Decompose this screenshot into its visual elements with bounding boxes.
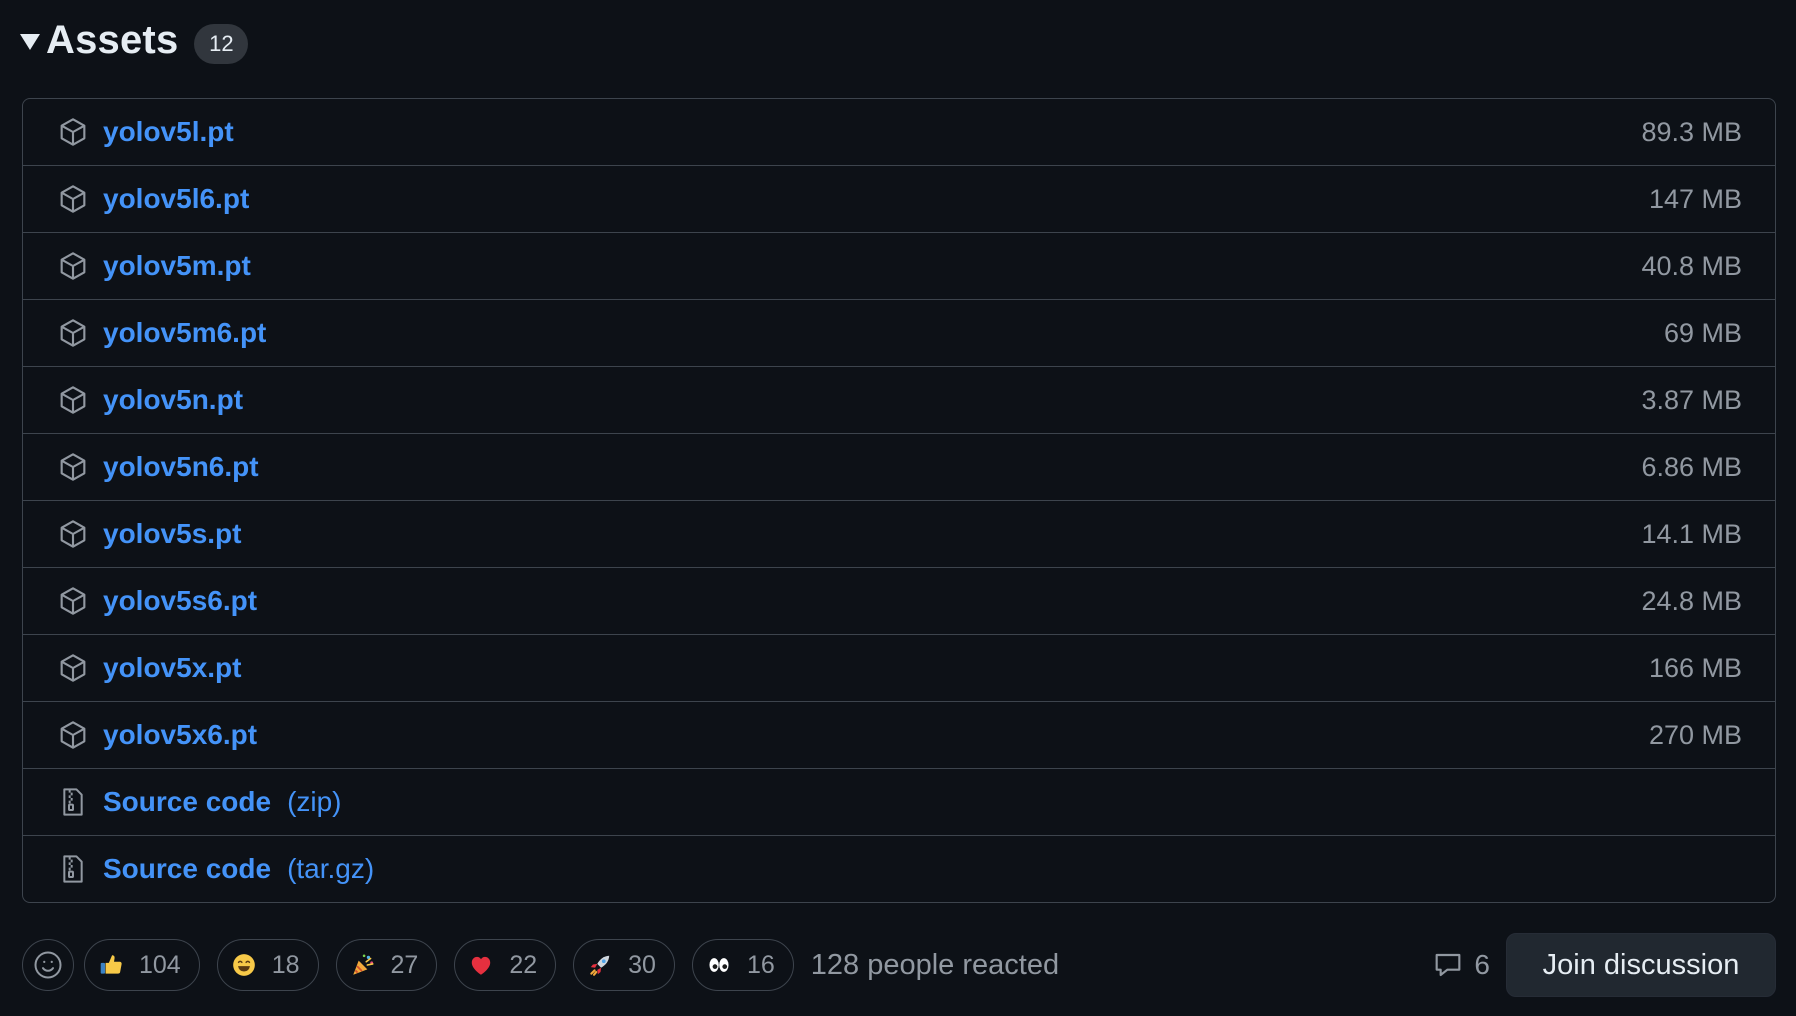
asset-row: yolov5n6.pt 6.86 MB xyxy=(23,433,1775,500)
asset-size: 6.86 MB xyxy=(1641,451,1742,482)
add-reaction-button[interactable] xyxy=(22,939,74,991)
package-icon xyxy=(57,585,89,617)
asset-download-link[interactable]: yolov5l6.pt xyxy=(103,183,249,215)
asset-size: 147 MB xyxy=(1648,183,1742,214)
reaction-count: 27 xyxy=(390,950,419,979)
hooray-icon xyxy=(349,951,377,979)
join-discussion-button[interactable]: Join discussion xyxy=(1506,933,1776,997)
package-icon xyxy=(57,652,89,684)
smiley-icon xyxy=(34,951,62,979)
asset-row: yolov5s.pt 14.1 MB xyxy=(23,500,1775,567)
asset-download-link[interactable]: yolov5x.pt xyxy=(103,652,241,684)
source-code-row: Source code (zip) xyxy=(23,768,1775,835)
comment-icon xyxy=(1436,953,1461,977)
reaction-eyes[interactable]: 16 xyxy=(691,939,794,991)
source-code-link[interactable]: Source code xyxy=(103,853,271,885)
reaction-count: 104 xyxy=(139,950,181,979)
asset-row: yolov5m.pt 40.8 MB xyxy=(23,232,1775,299)
reaction-count: 30 xyxy=(628,950,656,979)
reaction-list: 104 18 27 22 30 16 xyxy=(84,939,811,991)
asset-size: 89.3 MB xyxy=(1641,116,1742,147)
asset-download-link[interactable]: yolov5m.pt xyxy=(103,250,251,282)
package-icon xyxy=(57,518,89,550)
asset-row: yolov5m6.pt 69 MB xyxy=(23,299,1775,366)
asset-row: yolov5x6.pt 270 MB xyxy=(23,701,1775,768)
release-assets-page: Assets 12 yolov5l.pt 89.3 MB yolov5l6.pt 14… xyxy=(0,0,1796,1016)
reaction-rocket[interactable]: 30 xyxy=(573,939,675,991)
assets-summary-toggle[interactable]: Assets 12 xyxy=(20,14,249,66)
laugh-icon xyxy=(230,951,258,979)
reaction-count: 22 xyxy=(509,950,538,979)
package-icon xyxy=(57,116,89,148)
package-icon xyxy=(57,183,89,215)
assets-title: Assets xyxy=(46,17,179,62)
package-icon xyxy=(57,384,89,416)
package-icon xyxy=(57,451,89,483)
reaction-thumbs-up[interactable]: 104 xyxy=(84,939,200,991)
asset-size: 166 MB xyxy=(1648,652,1742,683)
reaction-heart[interactable]: 22 xyxy=(454,939,557,991)
source-code-format: (tar.gz) xyxy=(287,853,375,884)
thumbs-up-icon xyxy=(97,951,125,979)
asset-list: yolov5l.pt 89.3 MB yolov5l6.pt 147 MB yolov5… xyxy=(22,98,1776,903)
package-icon xyxy=(57,250,89,282)
asset-download-link[interactable]: yolov5n6.pt xyxy=(103,451,259,483)
asset-download-link[interactable]: yolov5n.pt xyxy=(103,384,243,416)
asset-size: 270 MB xyxy=(1648,719,1742,750)
comments-count: 6 xyxy=(1474,949,1490,980)
package-icon xyxy=(57,317,89,349)
asset-download-link[interactable]: yolov5x6.pt xyxy=(103,719,257,751)
comments-link[interactable]: 6 xyxy=(1432,949,1490,981)
asset-row: yolov5l6.pt 147 MB xyxy=(23,165,1775,232)
reactions-summary: 128 people reacted xyxy=(810,948,1060,981)
package-icon xyxy=(57,719,89,751)
source-code-row: Source code (tar.gz) xyxy=(23,835,1775,902)
file-zip-icon xyxy=(57,786,89,818)
asset-download-link[interactable]: yolov5s6.pt xyxy=(103,585,257,617)
asset-size: 40.8 MB xyxy=(1641,250,1742,281)
asset-size: 24.8 MB xyxy=(1641,585,1742,616)
reaction-count: 18 xyxy=(271,950,300,979)
asset-download-link[interactable]: yolov5l.pt xyxy=(103,116,234,148)
asset-download-link[interactable]: yolov5s.pt xyxy=(103,518,241,550)
reaction-laugh[interactable]: 18 xyxy=(216,939,319,991)
asset-size: 3.87 MB xyxy=(1641,384,1742,415)
reactions-bar: 104 18 27 22 30 16 128 people reacted 6 Join … xyxy=(22,933,1776,997)
reaction-count: 16 xyxy=(746,950,775,979)
asset-row: yolov5x.pt 166 MB xyxy=(23,634,1775,701)
source-code-link[interactable]: Source code xyxy=(103,786,271,818)
asset-row: yolov5n.pt 3.87 MB xyxy=(23,366,1775,433)
asset-row: yolov5s6.pt 24.8 MB xyxy=(23,567,1775,634)
rocket-icon xyxy=(586,951,614,979)
triangle-down-icon xyxy=(20,34,40,50)
source-code-format: (zip) xyxy=(287,786,342,817)
reaction-hooray[interactable]: 27 xyxy=(335,939,438,991)
asset-download-link[interactable]: yolov5m6.pt xyxy=(103,317,266,349)
heart-icon xyxy=(467,951,495,979)
eyes-icon xyxy=(705,951,733,979)
asset-size: 14.1 MB xyxy=(1641,518,1742,549)
file-zip-icon xyxy=(57,853,89,885)
assets-count-badge: 12 xyxy=(194,24,249,64)
asset-size: 69 MB xyxy=(1663,317,1742,348)
asset-row: yolov5l.pt 89.3 MB xyxy=(23,99,1775,165)
